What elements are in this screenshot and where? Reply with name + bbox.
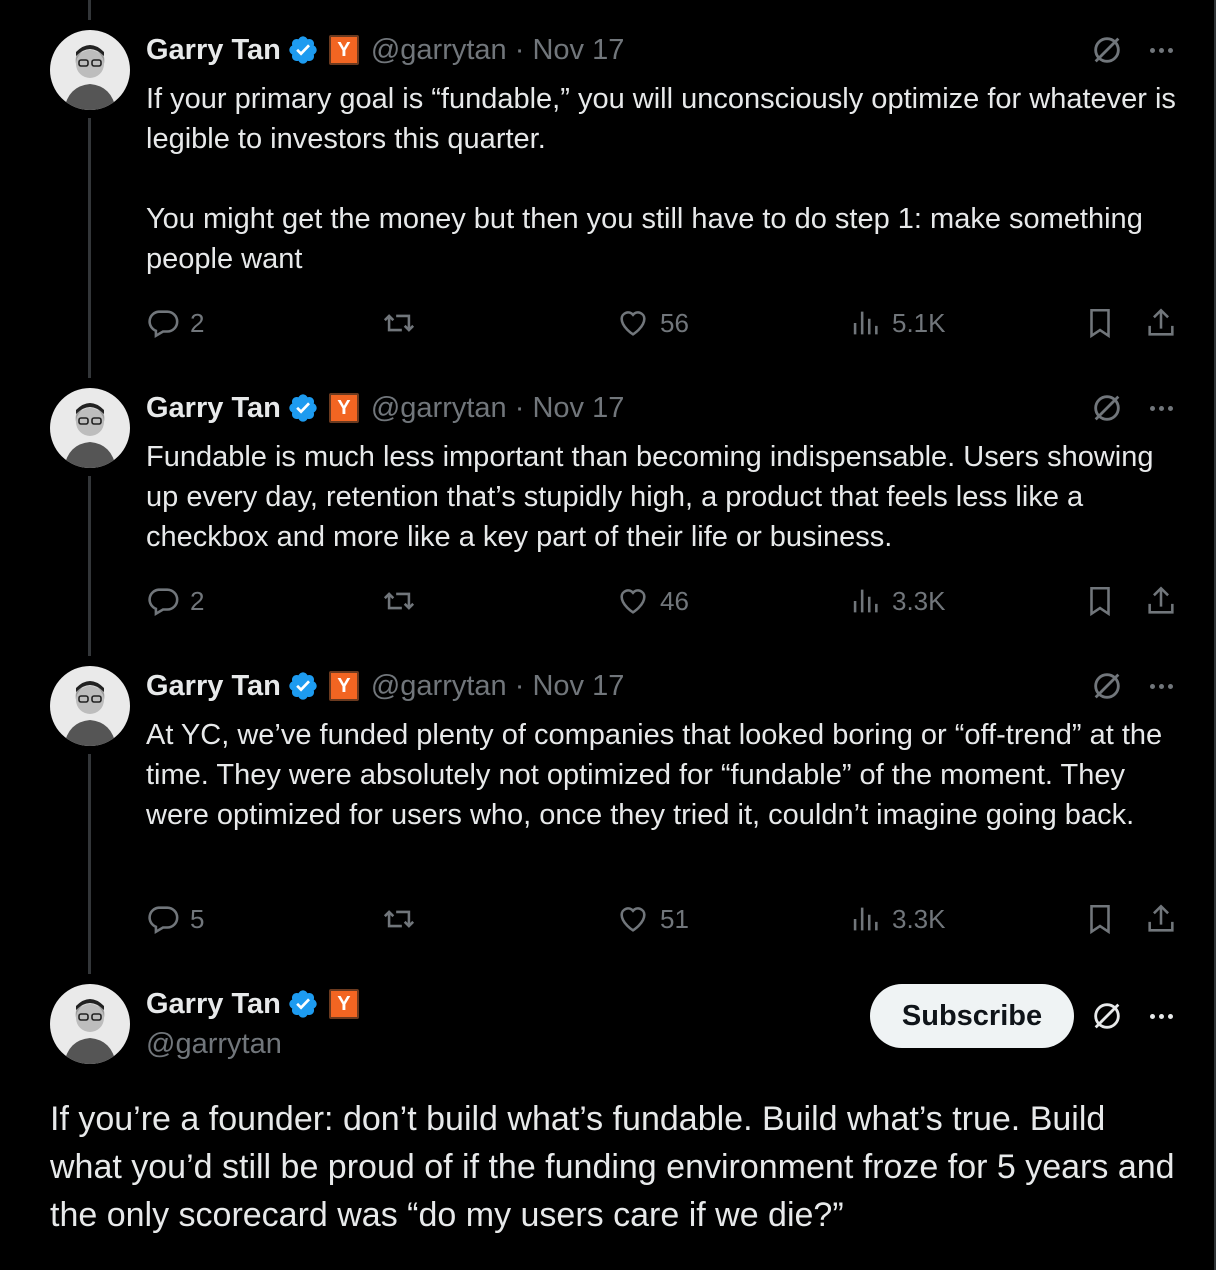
subscribe-button[interactable]: Subscribe bbox=[870, 984, 1074, 1048]
handle-date[interactable]: @garrytan · Nov 17 bbox=[371, 34, 624, 67]
author-name[interactable]: Garry Tan bbox=[146, 670, 281, 703]
reply-count: 2 bbox=[190, 585, 205, 616]
tweet-actions: 2 46 3.3K bbox=[146, 581, 1186, 621]
retweet-icon bbox=[383, 910, 415, 928]
author-name[interactable]: Garry Tan bbox=[146, 34, 281, 67]
author-name[interactable]: Garry Tan bbox=[146, 392, 281, 425]
share-icon bbox=[1148, 586, 1174, 614]
reply-button[interactable]: 5 bbox=[146, 899, 204, 939]
yc-badge: Y bbox=[328, 989, 359, 1019]
thread-line bbox=[88, 754, 91, 974]
handle-date[interactable]: @garrytan · Nov 17 bbox=[371, 392, 624, 425]
more-icon[interactable] bbox=[1144, 391, 1178, 425]
tweet-actions: 5 51 3.3K bbox=[146, 899, 1186, 939]
bookmark-icon bbox=[1090, 308, 1110, 339]
share-icon bbox=[1148, 904, 1174, 932]
views-icon bbox=[853, 907, 878, 931]
tweet-text: If your primary goal is “fundable,” you … bbox=[146, 83, 1176, 275]
avatar[interactable] bbox=[50, 30, 130, 110]
reply-icon bbox=[148, 588, 179, 617]
views-icon bbox=[853, 589, 878, 613]
view-count: 5.1K bbox=[892, 307, 946, 338]
reply-icon bbox=[148, 906, 179, 935]
yc-badge: Y bbox=[328, 393, 359, 423]
bookmark-icon bbox=[1090, 904, 1110, 935]
grok-icon[interactable] bbox=[1090, 999, 1124, 1033]
reply-icon bbox=[148, 310, 179, 339]
like-count: 56 bbox=[660, 307, 689, 338]
more-icon[interactable] bbox=[1144, 33, 1178, 67]
like-button[interactable]: 46 bbox=[616, 581, 689, 621]
retweet-button[interactable] bbox=[382, 303, 416, 343]
reply-button[interactable]: 2 bbox=[146, 581, 204, 621]
like-icon bbox=[620, 311, 646, 336]
views-button[interactable]: 5.1K bbox=[848, 303, 946, 343]
avatar[interactable] bbox=[50, 666, 130, 746]
tweet-text: At YC, we’ve funded plenty of companies … bbox=[146, 719, 1171, 831]
views-icon bbox=[853, 311, 878, 335]
retweet-icon bbox=[383, 592, 415, 610]
retweet-icon bbox=[383, 314, 415, 332]
main-tweet-text: If you’re a founder: don’t build what’s … bbox=[50, 1100, 1175, 1234]
views-button[interactable]: 3.3K bbox=[848, 899, 946, 939]
like-icon bbox=[620, 907, 646, 932]
view-count: 3.3K bbox=[892, 585, 946, 616]
tweet-actions: 2 56 5.1K bbox=[146, 303, 1186, 343]
retweet-button[interactable] bbox=[382, 581, 416, 621]
author-name[interactable]: Garry Tan bbox=[146, 988, 281, 1021]
grok-icon[interactable] bbox=[1090, 391, 1124, 425]
reply-count: 5 bbox=[190, 903, 205, 934]
yc-badge: Y bbox=[328, 35, 359, 65]
share-button[interactable] bbox=[1144, 899, 1178, 939]
grok-icon[interactable] bbox=[1090, 33, 1124, 67]
bookmark-button[interactable] bbox=[1083, 303, 1117, 343]
thread-line bbox=[88, 0, 91, 20]
handle-date[interactable]: @garrytan · Nov 17 bbox=[371, 670, 624, 703]
like-count: 46 bbox=[660, 585, 689, 616]
share-button[interactable] bbox=[1144, 303, 1178, 343]
thread-page: Garry Tan Y @garrytan · Nov 17 If your p… bbox=[0, 0, 1216, 1270]
verified-icon bbox=[289, 394, 317, 422]
verified-icon bbox=[289, 990, 317, 1018]
yc-badge: Y bbox=[328, 671, 359, 701]
like-button[interactable]: 56 bbox=[616, 303, 689, 343]
avatar[interactable] bbox=[50, 388, 130, 468]
reply-count: 2 bbox=[190, 307, 205, 338]
grok-icon[interactable] bbox=[1090, 669, 1124, 703]
verified-icon bbox=[289, 672, 317, 700]
bookmark-icon bbox=[1090, 586, 1110, 617]
like-count: 51 bbox=[660, 903, 689, 934]
verified-icon bbox=[289, 36, 317, 64]
share-icon bbox=[1148, 308, 1174, 336]
view-count: 3.3K bbox=[892, 903, 946, 934]
more-icon[interactable] bbox=[1144, 669, 1178, 703]
tweet-header: Garry Tan Y @garrytan · Nov 17 bbox=[146, 388, 624, 428]
like-button[interactable]: 51 bbox=[616, 899, 689, 939]
thread-line bbox=[88, 118, 91, 378]
avatar[interactable] bbox=[50, 984, 130, 1064]
more-icon[interactable] bbox=[1144, 999, 1178, 1033]
handle-row: @garrytan bbox=[146, 1024, 282, 1064]
views-button[interactable]: 3.3K bbox=[848, 581, 946, 621]
reply-button[interactable]: 2 bbox=[146, 303, 204, 343]
tweet-header: Garry Tan Y bbox=[146, 984, 359, 1024]
tweet-text: Fundable is much less important than bec… bbox=[146, 441, 1162, 553]
retweet-button[interactable] bbox=[382, 899, 416, 939]
bookmark-button[interactable] bbox=[1083, 581, 1117, 621]
tweet-header: Garry Tan Y @garrytan · Nov 17 bbox=[146, 666, 624, 706]
handle[interactable]: @garrytan bbox=[146, 1028, 282, 1061]
like-icon bbox=[620, 589, 646, 614]
tweet-header: Garry Tan Y @garrytan · Nov 17 bbox=[146, 30, 624, 70]
bookmark-button[interactable] bbox=[1083, 899, 1117, 939]
share-button[interactable] bbox=[1144, 581, 1178, 621]
thread-line bbox=[88, 476, 91, 656]
